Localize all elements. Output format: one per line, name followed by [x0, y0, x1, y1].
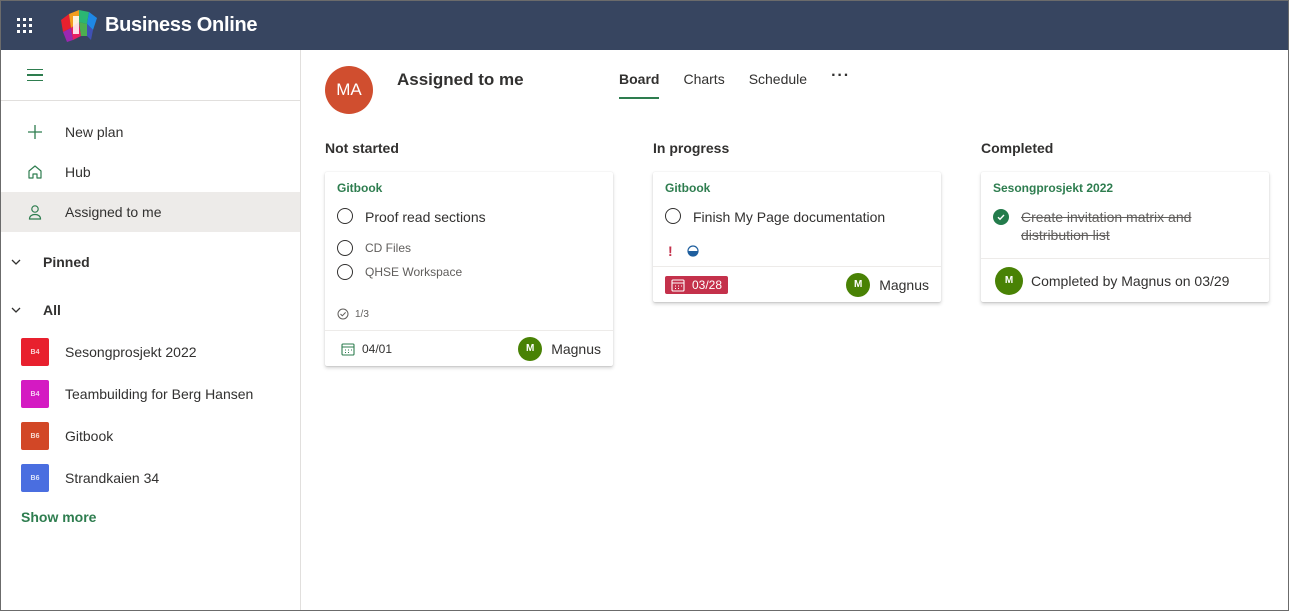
task-title: Proof read sections: [365, 209, 486, 225]
bucket-title: In progress: [653, 140, 730, 156]
card-plan-name: Gitbook: [337, 181, 383, 195]
user-avatar: MA: [325, 66, 373, 114]
assignee-avatar: M: [995, 266, 1023, 295]
task-card[interactable]: Gitbook Proof read sections CD Files QHS…: [325, 172, 613, 366]
plan-item-teambuilding[interactable]: B4 Teambuilding for Berg Hansen: [1, 373, 300, 415]
nav-new-plan[interactable]: New plan: [1, 112, 300, 152]
task-title: Create invitation matrix and distributio…: [1021, 208, 1191, 244]
checklist-progress: 1/3: [337, 304, 601, 324]
section-all[interactable]: All: [1, 289, 300, 331]
plan-label: Sesongprosjekt 2022: [65, 344, 197, 360]
plan-tile-icon: B6: [21, 422, 49, 450]
complete-task-checkbox[interactable]: [665, 208, 681, 224]
checklist-item-checkbox[interactable]: [337, 264, 353, 280]
checklist-item-checkbox[interactable]: [337, 240, 353, 256]
app-launcher-button[interactable]: [1, 1, 47, 50]
task-card[interactable]: Gitbook Finish My Page documentation ! 0…: [653, 172, 941, 302]
brand-logo-icon: [61, 9, 97, 42]
nav-label: Hub: [65, 164, 91, 180]
person-icon: [25, 202, 45, 222]
checklist-progress-text: 1/3: [355, 308, 369, 320]
due-date-text: 03/28: [692, 277, 723, 292]
calendar-icon: [671, 278, 685, 292]
plan-tile-icon: B6: [21, 464, 49, 492]
complete-task-checkbox[interactable]: [337, 208, 353, 224]
left-sidebar: New plan Hub Assigned to me Pinned All B…: [1, 50, 301, 610]
top-bar: Business Online: [1, 1, 1288, 50]
plan-label: Strandkaien 34: [65, 470, 160, 486]
nav-label: New plan: [65, 124, 124, 140]
view-tabs: Board Charts Schedule ···: [619, 67, 850, 99]
due-date[interactable]: 04/01: [341, 342, 392, 356]
assignee-name: Magnus: [879, 276, 929, 293]
more-options-icon[interactable]: ···: [831, 67, 850, 85]
checklist-item-label: CD Files: [365, 241, 412, 255]
assignee-avatar: M: [846, 272, 871, 297]
chevron-down-icon: [11, 307, 23, 313]
due-date-late[interactable]: 03/28: [665, 275, 729, 294]
checklist-progress-icon: [337, 308, 349, 320]
plan-tile-icon: B4: [21, 338, 49, 366]
bucket-in-progress: In progress Gitbook Finish My Page docum…: [653, 140, 941, 302]
main-content: MA Assigned to me Board Charts Schedule …: [301, 50, 1288, 610]
chevron-down-icon: [11, 259, 23, 265]
task-title-line-1: Create invitation matrix and: [1021, 209, 1192, 225]
plus-icon: [25, 122, 45, 142]
section-label: Pinned: [43, 254, 90, 270]
calendar-icon: [341, 342, 355, 356]
task-title-row: Create invitation matrix and distributio…: [993, 208, 1257, 244]
assignee[interactable]: M Magnus: [518, 336, 601, 361]
checklist-item: CD Files: [337, 236, 601, 260]
progress-in-progress-icon: [687, 245, 699, 257]
card-footer: M Completed by Magnus on 03/29: [981, 258, 1269, 302]
completed-by-text: Completed by Magnus on 03/29: [1031, 272, 1230, 289]
card-plan-name: Sesongprosjekt 2022: [993, 181, 1114, 195]
checklist-item: QHSE Workspace: [337, 260, 601, 284]
bucket-title: Completed: [981, 140, 1054, 156]
tab-charts[interactable]: Charts: [683, 71, 724, 97]
bucket-title: Not started: [325, 140, 399, 156]
card-footer: 03/28 M Magnus: [653, 266, 941, 302]
completed-check-icon[interactable]: [993, 209, 1009, 225]
show-more-link[interactable]: Show more: [1, 509, 96, 525]
bucket-completed: Completed Sesongprosjekt 2022 Create inv…: [981, 140, 1269, 302]
task-card[interactable]: Sesongprosjekt 2022 Create invitation ma…: [981, 172, 1269, 302]
checklist-item-label: QHSE Workspace: [365, 265, 463, 279]
plan-label: Gitbook: [65, 428, 114, 444]
brand-logo[interactable]: Business Online: [57, 6, 258, 46]
nav-assigned-to-me[interactable]: Assigned to me: [1, 192, 300, 232]
tab-board[interactable]: Board: [619, 71, 660, 99]
task-title-row: Finish My Page documentation: [665, 208, 929, 226]
due-date-text: 04/01: [362, 341, 393, 356]
task-title-line-2: distribution list: [1021, 227, 1110, 243]
sidebar-header: [1, 50, 300, 101]
section-label: All: [43, 302, 61, 318]
assignee-avatar: M: [518, 336, 543, 361]
plan-item-sesongprosjekt[interactable]: B4 Sesongprosjekt 2022: [1, 331, 300, 373]
assignee[interactable]: M Magnus: [846, 272, 929, 297]
brand-name: Business Online: [105, 14, 258, 36]
nav-label: Assigned to me: [65, 204, 162, 220]
plan-item-strandkaien[interactable]: B6 Strandkaien 34: [1, 457, 300, 499]
hamburger-menu-icon[interactable]: [27, 68, 43, 82]
card-footer: 04/01 M Magnus: [325, 330, 613, 366]
section-pinned[interactable]: Pinned: [1, 241, 300, 283]
nav-hub[interactable]: Hub: [1, 152, 300, 192]
plan-tile-icon: B4: [21, 380, 49, 408]
waffle-icon: [16, 18, 32, 33]
task-title-row: Proof read sections: [337, 208, 601, 226]
card-plan-name: Gitbook: [665, 181, 711, 195]
assignee-name: Magnus: [551, 340, 601, 357]
page-title: Assigned to me: [397, 70, 524, 89]
plan-item-gitbook[interactable]: B6 Gitbook: [1, 415, 300, 457]
bucket-not-started: Not started Gitbook Proof read sections …: [325, 140, 613, 366]
task-title: Finish My Page documentation: [693, 209, 886, 225]
tab-schedule[interactable]: Schedule: [749, 71, 807, 97]
priority-urgent-icon: !: [668, 243, 673, 259]
plan-label: Teambuilding for Berg Hansen: [65, 386, 254, 402]
home-icon: [25, 162, 45, 182]
card-indicators: !: [665, 240, 929, 262]
